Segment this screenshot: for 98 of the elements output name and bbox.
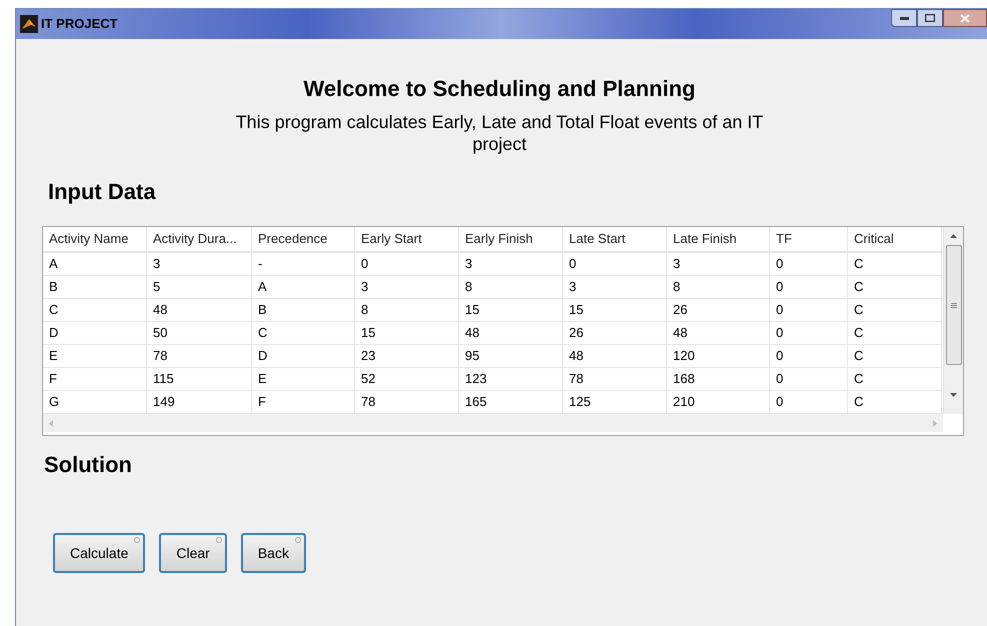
table-cell: 3: [563, 276, 667, 298]
scroll-up-icon: [950, 234, 957, 238]
table-cell: C: [848, 276, 942, 298]
close-icon: [960, 14, 970, 22]
table-cell: 52: [355, 368, 459, 390]
column-header[interactable]: Early Start: [355, 227, 459, 251]
table-cell: 120: [667, 345, 770, 367]
table-cell: 0: [770, 345, 848, 367]
table-cell: 8: [355, 299, 459, 321]
minimize-button[interactable]: [891, 9, 917, 27]
horizontal-scrollbar[interactable]: [43, 414, 943, 432]
table-cell: D: [43, 322, 147, 344]
table-cell: 78: [147, 345, 252, 367]
table-cell: -: [252, 253, 355, 275]
table-cell: C: [848, 299, 942, 321]
scroll-left-icon: [49, 420, 53, 426]
table-cell: 48: [563, 345, 667, 367]
table-cell: 50: [147, 322, 252, 344]
minimize-icon: [900, 16, 908, 20]
table-cell: 23: [355, 345, 459, 367]
table-cell: 0: [770, 253, 848, 275]
column-header[interactable]: Early Finish: [459, 227, 563, 251]
table-cell: C: [43, 299, 147, 321]
column-header[interactable]: Late Finish: [667, 227, 770, 251]
table-cell: 15: [459, 299, 563, 321]
table-cell: 0: [770, 299, 848, 321]
app-logo-icon: [20, 15, 38, 33]
table-cell: E: [43, 345, 147, 367]
description-text: This program calculates Early, Late and Total Float events of an IT project: [234, 111, 764, 155]
table-cell: 0: [770, 391, 848, 413]
table-cell: 5: [147, 276, 252, 298]
table-cell: 78: [355, 391, 459, 413]
table-cell: 8: [667, 276, 770, 298]
table-cell: E: [252, 368, 355, 390]
table-cell: G: [43, 391, 147, 413]
window-title: IT PROJECT: [41, 15, 118, 34]
indicator-icon: [294, 537, 301, 543]
welcome-heading: Welcome to Scheduling and Planning: [304, 75, 696, 103]
action-button[interactable]: Back: [240, 533, 306, 573]
maximize-icon: [925, 14, 935, 22]
table-cell: F: [252, 391, 355, 413]
table-cell: 3: [355, 276, 459, 298]
table-cell: 165: [459, 391, 563, 413]
table-cell: 3: [667, 253, 770, 275]
grip-icon: [950, 302, 956, 308]
vertical-scrollbar[interactable]: [943, 227, 963, 414]
table-cell: 115: [147, 368, 252, 390]
action-button[interactable]: Clear: [159, 533, 227, 573]
table-cell: 95: [459, 345, 563, 367]
table-cell: 149: [147, 391, 252, 413]
table-cell: F: [43, 368, 147, 390]
table-cell: C: [848, 391, 942, 413]
table-cell: A: [43, 253, 147, 275]
table-cell: C: [252, 322, 355, 344]
table-cell: 8: [459, 276, 563, 298]
table-cell: 3: [459, 253, 563, 275]
table-cell: 48: [147, 299, 252, 321]
section-heading: Input Data: [48, 178, 157, 206]
table-cell: 78: [563, 368, 667, 390]
column-header[interactable]: Activity Name: [43, 227, 147, 251]
table-cell: B: [43, 276, 147, 298]
table-cell: 123: [459, 368, 563, 390]
scroll-right-icon: [933, 420, 937, 426]
table-cell: C: [848, 368, 942, 390]
table-cell: 3: [147, 253, 252, 275]
table-cell: 168: [667, 368, 770, 390]
table-cell: B: [252, 299, 355, 321]
table-cell: C: [848, 322, 942, 344]
table-cell: 125: [563, 391, 667, 413]
column-header[interactable]: Late Start: [563, 227, 667, 251]
table-cell: C: [848, 253, 942, 275]
action-button[interactable]: Calculate: [53, 533, 146, 573]
section-heading: Solution: [44, 451, 133, 479]
scrollbar-thumb[interactable]: [946, 245, 962, 365]
table-cell: 15: [563, 299, 667, 321]
column-header[interactable]: Precedence: [252, 227, 355, 251]
table-cell: 0: [563, 253, 667, 275]
table-cell: 210: [667, 391, 770, 413]
table-cell: 0: [770, 322, 848, 344]
close-button[interactable]: [943, 9, 987, 27]
column-header[interactable]: TF: [770, 227, 848, 251]
table-cell: C: [848, 345, 942, 367]
table-cell: 48: [459, 322, 563, 344]
column-header[interactable]: Activity Dura...: [147, 227, 252, 251]
table-cell: 48: [667, 322, 770, 344]
indicator-icon: [134, 537, 140, 543]
scroll-down-icon: [950, 393, 957, 397]
table-cell: 15: [355, 322, 459, 344]
indicator-icon: [216, 537, 222, 543]
table-cell: A: [252, 276, 355, 298]
table-cell: 0: [770, 276, 848, 298]
table-cell: 0: [770, 368, 848, 390]
table-cell: 0: [355, 253, 459, 275]
maximize-button[interactable]: [917, 9, 943, 27]
table-cell: D: [252, 345, 355, 367]
table-cell: 26: [667, 299, 770, 321]
column-header[interactable]: Critical: [848, 227, 942, 251]
table-cell: 26: [563, 322, 667, 344]
